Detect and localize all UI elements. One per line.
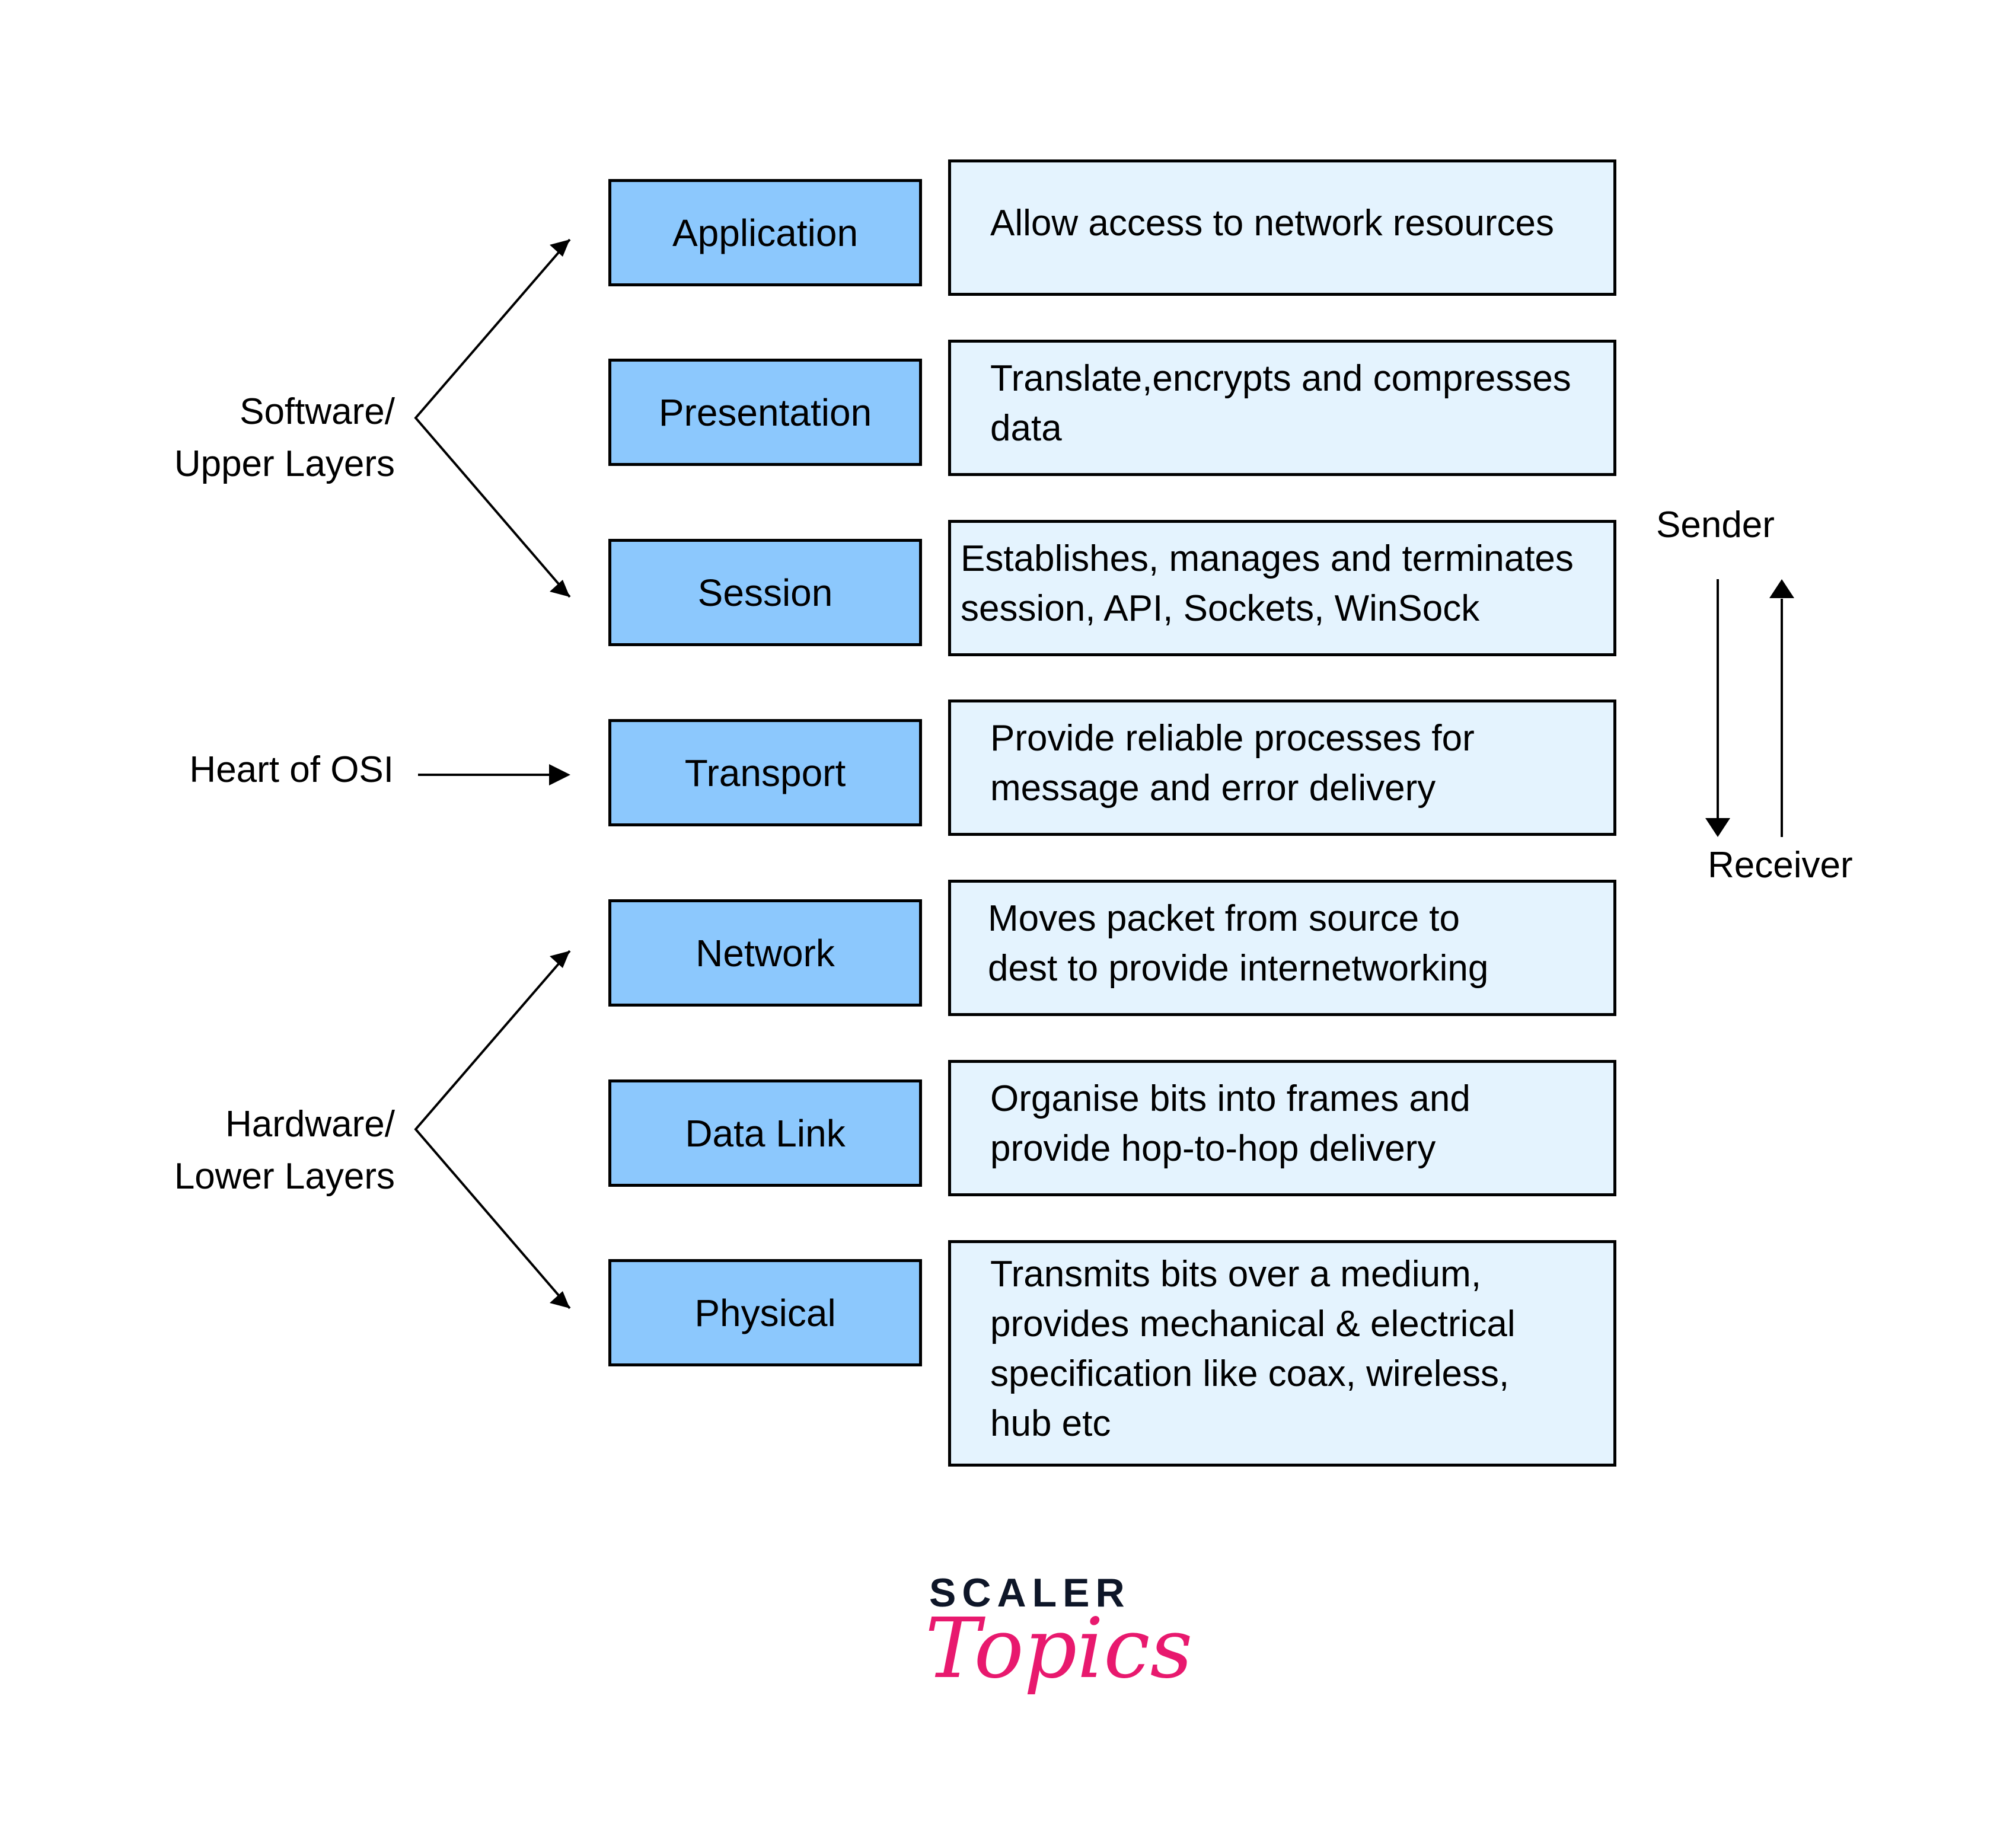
up-arrow-icon (1769, 579, 1794, 598)
sender-to-receiver-arrow (1705, 579, 1730, 837)
arrow-head-icon (550, 951, 570, 968)
arrow-head-icon (550, 580, 570, 597)
upper-bracket-arrows (414, 238, 571, 598)
arrows-layer (414, 238, 1794, 1309)
arrow-head-icon (550, 1291, 570, 1308)
down-arrow-icon (1705, 818, 1730, 837)
receiver-to-sender-arrow (1769, 579, 1794, 837)
heart-arrow (418, 764, 570, 785)
arrow-head-icon (549, 764, 570, 785)
lower-bracket-line (414, 950, 571, 1309)
arrow-head-icon (550, 239, 570, 257)
lower-bracket-arrows (414, 950, 571, 1309)
upper-bracket-line (414, 238, 571, 598)
logo-sub: Topics (925, 1601, 1193, 1697)
